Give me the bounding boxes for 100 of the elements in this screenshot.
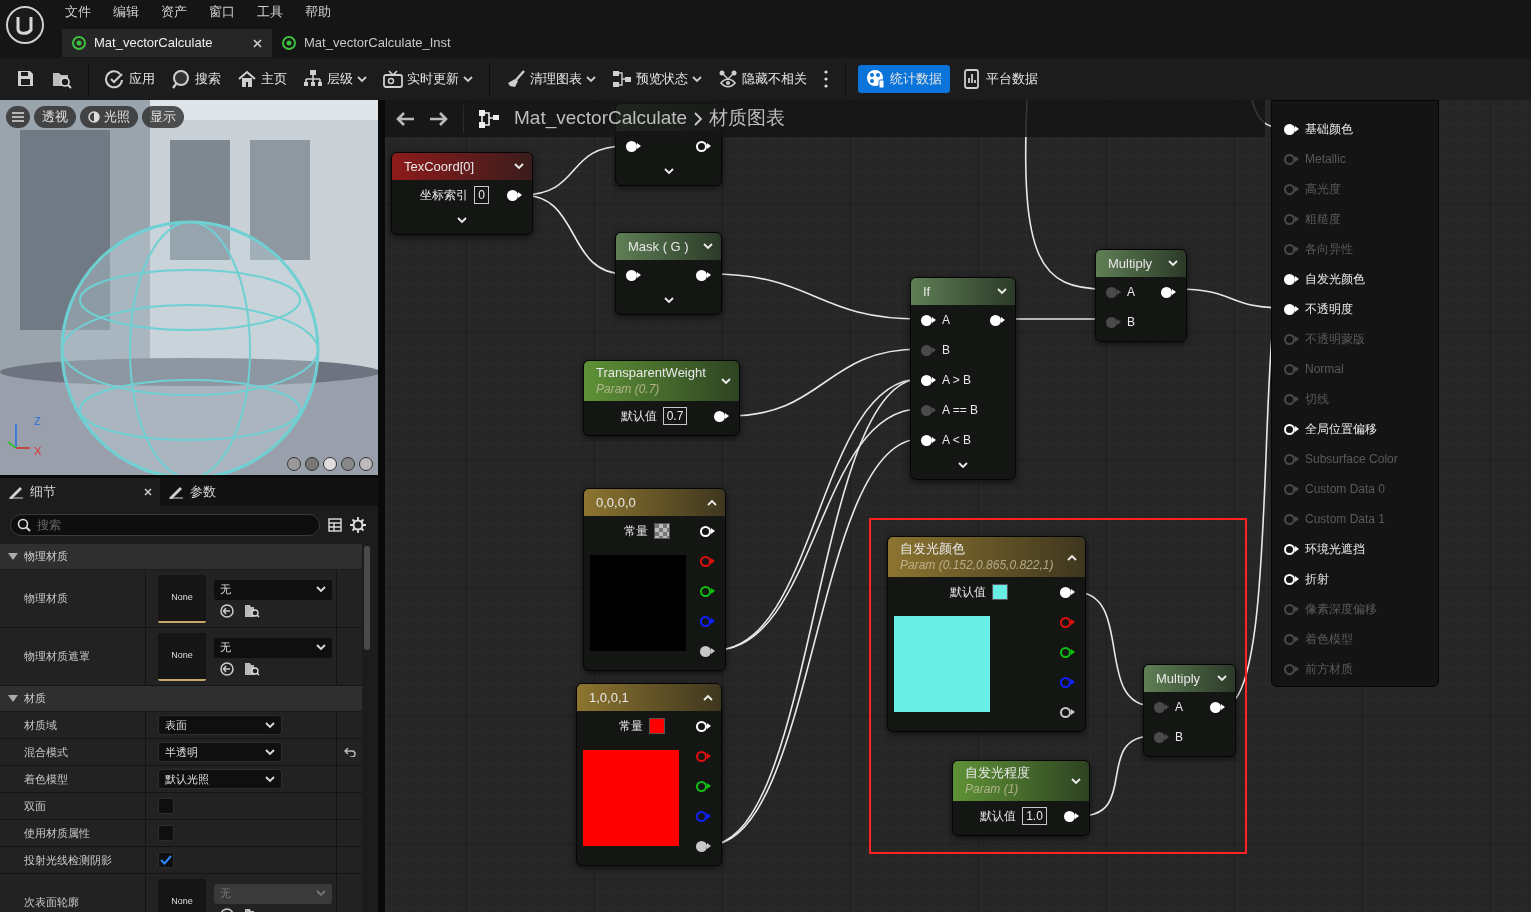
document-tab[interactable]: Mat_vectorCalculate <box>62 29 272 57</box>
pin[interactable] <box>696 780 711 792</box>
dropdown[interactable]: 半透明 <box>158 742 282 762</box>
asset-dropdown[interactable]: 无 <box>214 579 332 600</box>
expand-pins-icon[interactable] <box>958 461 968 469</box>
viewport-button[interactable]: 光照 <box>80 106 138 128</box>
value-field[interactable]: 1.0 <box>1022 807 1047 825</box>
toolbar-button[interactable]: 清理图表 <box>498 65 604 93</box>
pin-label: 高光度 <box>1305 181 1341 198</box>
section-header[interactable]: 物理材质 <box>0 544 362 570</box>
chevron-down-icon[interactable] <box>1071 777 1081 785</box>
pin[interactable] <box>1284 123 1299 135</box>
pin[interactable] <box>1284 423 1299 435</box>
toolbar-button[interactable]: 应用 <box>97 65 163 93</box>
breadcrumb-item[interactable]: Mat_vectorCalculate <box>514 104 688 133</box>
pin[interactable] <box>700 645 715 657</box>
pin[interactable] <box>696 140 711 152</box>
toolbar-button[interactable]: 实时更新 <box>375 65 481 93</box>
pin[interactable] <box>700 525 715 537</box>
pin[interactable] <box>1064 810 1079 822</box>
close-icon[interactable] <box>253 38 262 48</box>
menu-item[interactable]: 资产 <box>150 3 198 21</box>
pin[interactable] <box>696 720 711 732</box>
pin[interactable] <box>626 140 641 152</box>
chevron-down-icon[interactable] <box>703 243 713 250</box>
menu-item[interactable]: 工具 <box>246 3 294 21</box>
menu-item[interactable]: 窗口 <box>198 3 246 21</box>
expand-pins-icon[interactable] <box>663 296 674 304</box>
breadcrumb-item[interactable]: 材质图表 <box>709 104 786 133</box>
browse-asset-icon[interactable] <box>244 603 260 618</box>
chevron-up-icon[interactable] <box>707 499 717 506</box>
toolbar-button[interactable]: 隐藏不相关 <box>710 65 815 93</box>
chevron-down-icon[interactable] <box>1217 675 1227 682</box>
search-field[interactable]: 搜索 <box>37 516 297 534</box>
pin[interactable] <box>1161 286 1176 298</box>
checkbox[interactable] <box>158 798 174 814</box>
settings-icon[interactable] <box>350 517 366 533</box>
pin-label: Metallic <box>1305 151 1346 168</box>
color-swatch[interactable] <box>992 584 1008 600</box>
scrollbar-thumb[interactable] <box>364 546 370 650</box>
chevron-down-icon[interactable] <box>997 288 1007 295</box>
pin[interactable] <box>1060 706 1075 718</box>
chevron-down-icon[interactable] <box>1168 260 1178 267</box>
pin[interactable] <box>696 840 711 852</box>
pin[interactable] <box>1060 646 1075 658</box>
pin[interactable] <box>700 585 715 597</box>
chevron-down-icon[interactable] <box>514 163 524 170</box>
value-field[interactable]: 0 <box>474 186 489 204</box>
panel-tab[interactable]: 参数 <box>160 478 300 506</box>
panel-tab[interactable]: 细节 <box>0 478 160 506</box>
dropdown[interactable]: 默认光照 <box>158 769 282 789</box>
chevron-up-icon[interactable] <box>703 694 713 701</box>
chevron-up-icon[interactable] <box>1067 553 1077 561</box>
menu-item[interactable]: 文件 <box>54 3 102 21</box>
pin[interactable] <box>714 410 729 422</box>
toolbar-button[interactable]: 层级 <box>295 65 375 93</box>
pin[interactable] <box>1210 701 1225 713</box>
use-asset-icon[interactable] <box>220 661 234 676</box>
value-field[interactable]: 0.7 <box>662 407 688 425</box>
pin[interactable] <box>1284 273 1299 285</box>
checkbox[interactable] <box>158 825 174 841</box>
toolbar-button[interactable]: 搜索 <box>163 65 229 93</box>
back-arrow-icon[interactable] <box>395 110 415 127</box>
color-swatch[interactable] <box>648 718 665 734</box>
toolbar-button[interactable]: 统计数据 <box>858 65 950 93</box>
pin[interactable] <box>507 189 522 201</box>
checkbox[interactable] <box>158 852 174 868</box>
pin[interactable] <box>921 434 936 446</box>
browse-asset-icon[interactable] <box>244 661 260 676</box>
viewport-button[interactable]: 显示 <box>142 106 184 128</box>
toolbar-button[interactable]: 平台数据 <box>954 65 1046 93</box>
document-tab[interactable]: Mat_vectorCalculate_Inst <box>272 29 461 57</box>
pin[interactable] <box>1284 573 1299 585</box>
section-header[interactable]: 材质 <box>0 686 362 712</box>
pin[interactable] <box>1284 543 1299 555</box>
search-bar[interactable]: 搜索 <box>10 514 320 536</box>
pin[interactable] <box>990 314 1005 326</box>
toolbar-button[interactable]: 预览状态 <box>604 65 710 93</box>
pin[interactable] <box>921 374 936 386</box>
expand-pins-icon[interactable] <box>457 216 467 224</box>
reset-icon[interactable] <box>343 747 356 757</box>
table-view-icon[interactable] <box>328 518 342 532</box>
triangle-down-icon <box>8 695 18 702</box>
pin[interactable] <box>696 269 711 281</box>
pin[interactable] <box>1060 586 1075 598</box>
color-swatch[interactable] <box>654 523 670 539</box>
close-icon[interactable] <box>144 488 152 496</box>
viewport-button[interactable]: 透视 <box>34 106 76 128</box>
expand-pins-icon[interactable] <box>663 167 674 175</box>
dropdown[interactable]: 表面 <box>158 715 282 735</box>
menu-item[interactable]: 编辑 <box>102 3 150 21</box>
pin[interactable] <box>1284 303 1299 315</box>
chevron-down-icon[interactable] <box>721 377 731 385</box>
use-asset-icon[interactable] <box>220 603 234 618</box>
toolbar-button[interactable]: 主页 <box>229 65 295 93</box>
asset-dropdown[interactable]: 无 <box>214 637 332 658</box>
pin[interactable] <box>626 269 641 281</box>
menu-item[interactable]: 帮助 <box>294 3 342 21</box>
forward-arrow-icon[interactable] <box>429 110 449 127</box>
pin[interactable] <box>921 314 936 326</box>
